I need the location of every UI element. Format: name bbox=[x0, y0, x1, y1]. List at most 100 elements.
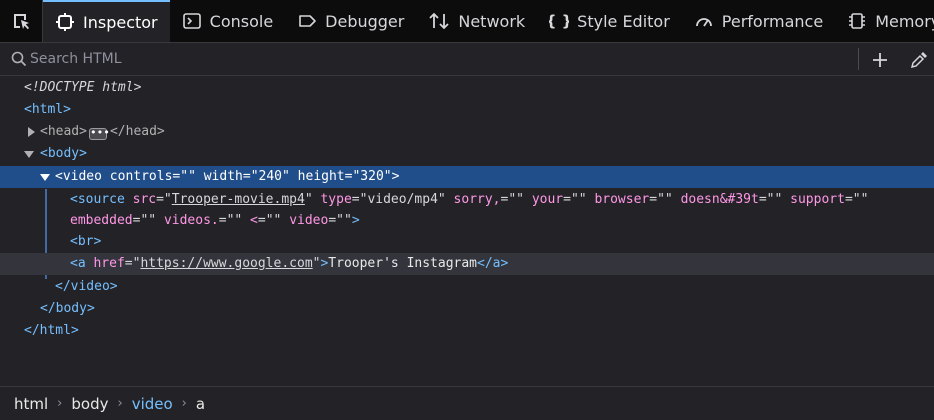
breadcrumb-body[interactable]: body bbox=[71, 395, 108, 413]
debugger-icon bbox=[299, 15, 316, 27]
node-video-selected[interactable]: <video controls="" width="240" height="3… bbox=[0, 166, 934, 188]
tab-style-editor-label: Style Editor bbox=[577, 11, 670, 31]
performance-icon bbox=[695, 18, 712, 27]
attr-name[interactable]: controls bbox=[110, 169, 173, 184]
video-open-tag: <video bbox=[55, 169, 102, 184]
attr-name[interactable]: sorry, bbox=[454, 192, 501, 207]
tab-console[interactable]: Console bbox=[170, 0, 286, 42]
console-icon bbox=[182, 13, 201, 29]
attr-value[interactable]: "" bbox=[140, 213, 156, 228]
element-picker-icon bbox=[14, 14, 29, 30]
anchor-open-tag: <a bbox=[70, 256, 86, 271]
source-src-link[interactable]: Trooper-movie.mp4 bbox=[172, 192, 305, 207]
source-tag-end: > bbox=[351, 213, 360, 228]
anchor-close-tag: </a> bbox=[477, 256, 509, 271]
attr-name[interactable]: videos. bbox=[164, 213, 219, 228]
memory-icon bbox=[849, 13, 866, 29]
plus-icon bbox=[873, 53, 887, 67]
search-icon bbox=[11, 51, 27, 67]
node-br[interactable]: <br> bbox=[0, 231, 934, 253]
attr-name[interactable]: href bbox=[93, 256, 124, 271]
attr-name[interactable]: < bbox=[250, 213, 258, 228]
attr-value[interactable]: "" bbox=[767, 192, 783, 207]
attr-name[interactable]: video bbox=[289, 213, 328, 228]
tab-memory-label: Memory bbox=[875, 11, 934, 31]
head-close-tag: </head> bbox=[109, 124, 165, 139]
collapsed-children-badge[interactable]: ••• bbox=[88, 127, 110, 140]
tab-memory[interactable]: Memory bbox=[835, 0, 934, 42]
attr-name[interactable]: src bbox=[133, 192, 156, 207]
breadcrumb-html[interactable]: html bbox=[14, 395, 48, 413]
node-html-close[interactable]: </html> bbox=[0, 320, 934, 342]
chevron-right-icon: › bbox=[57, 396, 63, 411]
eyedropper-icon bbox=[910, 52, 927, 69]
attr-value[interactable]: "" bbox=[336, 213, 352, 228]
html-open-tag: <html> bbox=[24, 102, 71, 117]
node-head[interactable]: <head> •••</head> bbox=[0, 121, 934, 143]
node-video-close[interactable]: </video> bbox=[0, 276, 934, 298]
node-source[interactable]: <source src="Trooper-movie.mp4" type="vi… bbox=[0, 189, 934, 211]
node-doctype[interactable]: <!DOCTYPE html> bbox=[0, 77, 934, 99]
chevron-right-icon: › bbox=[181, 396, 187, 411]
attr-name[interactable]: browser bbox=[594, 192, 649, 207]
markup-toolbar bbox=[0, 43, 934, 76]
video-close-tag: </video> bbox=[55, 279, 118, 294]
add-node-button[interactable] bbox=[869, 49, 891, 71]
html-close-tag: </html> bbox=[24, 323, 79, 338]
breadcrumb: html › body › video › a bbox=[0, 386, 934, 420]
body-open-tag: <body> bbox=[40, 146, 87, 161]
collapse-video-twisty[interactable] bbox=[40, 174, 50, 181]
tab-network[interactable]: Network bbox=[416, 0, 537, 42]
doctype-text: <!DOCTYPE html> bbox=[24, 80, 142, 95]
attr-value[interactable]: "" bbox=[571, 192, 587, 207]
inspector-icon bbox=[56, 13, 74, 31]
tab-style-editor[interactable]: { } Style Editor bbox=[537, 0, 682, 42]
attr-value[interactable]: "" bbox=[180, 169, 196, 184]
element-picker-button[interactable] bbox=[0, 0, 43, 42]
tab-performance[interactable]: Performance bbox=[682, 0, 835, 42]
attr-value[interactable]: "320" bbox=[352, 169, 391, 184]
attr-name[interactable]: doesn&#39t bbox=[681, 192, 759, 207]
node-source-wrapped[interactable]: embedded="" videos.="" <="" video=""> bbox=[0, 210, 934, 232]
node-body-close[interactable]: </body> bbox=[0, 298, 934, 320]
attr-name[interactable]: type bbox=[320, 192, 351, 207]
attr-value[interactable]: "240" bbox=[251, 169, 290, 184]
anchor-text[interactable]: Trooper's Instagram bbox=[328, 256, 477, 271]
node-html[interactable]: <html> bbox=[0, 99, 934, 121]
tab-console-label: Console bbox=[209, 11, 274, 31]
attr-name[interactable]: height bbox=[298, 169, 345, 184]
video-tag-end: > bbox=[391, 169, 400, 184]
attr-value[interactable]: "video/mp4" bbox=[360, 192, 446, 207]
attr-value[interactable]: "" bbox=[853, 192, 869, 207]
attr-name[interactable]: support bbox=[790, 192, 845, 207]
devtools-tab-bar: Inspector Console Debugger Network { } S… bbox=[0, 0, 934, 43]
head-open-tag: <head> bbox=[40, 124, 87, 139]
attr-value[interactable]: "" bbox=[508, 192, 524, 207]
source-open-tag: <source bbox=[70, 192, 125, 207]
tab-network-label: Network bbox=[458, 11, 526, 31]
expand-head-twisty[interactable] bbox=[28, 127, 35, 137]
body-close-tag: </body> bbox=[40, 301, 95, 316]
attr-value[interactable]: "" bbox=[657, 192, 673, 207]
tab-inspector[interactable]: Inspector bbox=[43, 0, 170, 42]
breadcrumb-video[interactable]: video bbox=[132, 395, 173, 413]
chevron-right-icon: › bbox=[117, 396, 123, 411]
anchor-href-link[interactable]: https://www.google.com bbox=[140, 256, 312, 271]
breadcrumb-a[interactable]: a bbox=[196, 395, 205, 413]
attr-value[interactable]: "" bbox=[227, 213, 243, 228]
attr-name[interactable]: your bbox=[532, 192, 563, 207]
node-anchor[interactable]: <a href="https://www.google.com">Trooper… bbox=[0, 253, 934, 275]
node-body[interactable]: <body> bbox=[0, 143, 934, 165]
attr-name[interactable]: embedded bbox=[70, 213, 133, 228]
tab-performance-label: Performance bbox=[721, 11, 824, 31]
network-icon bbox=[429, 12, 449, 30]
collapse-body-twisty[interactable] bbox=[24, 151, 34, 158]
eyedropper-button[interactable] bbox=[908, 49, 930, 71]
search-html-input[interactable] bbox=[30, 49, 830, 69]
markup-tree: <!DOCTYPE html> <html> <head> •••</head> … bbox=[0, 77, 934, 383]
tab-debugger-label: Debugger bbox=[325, 11, 405, 31]
tab-debugger[interactable]: Debugger bbox=[285, 0, 416, 42]
toolbar-separator bbox=[858, 48, 859, 70]
attr-value[interactable]: "" bbox=[266, 213, 282, 228]
attr-name[interactable]: width bbox=[204, 169, 243, 184]
